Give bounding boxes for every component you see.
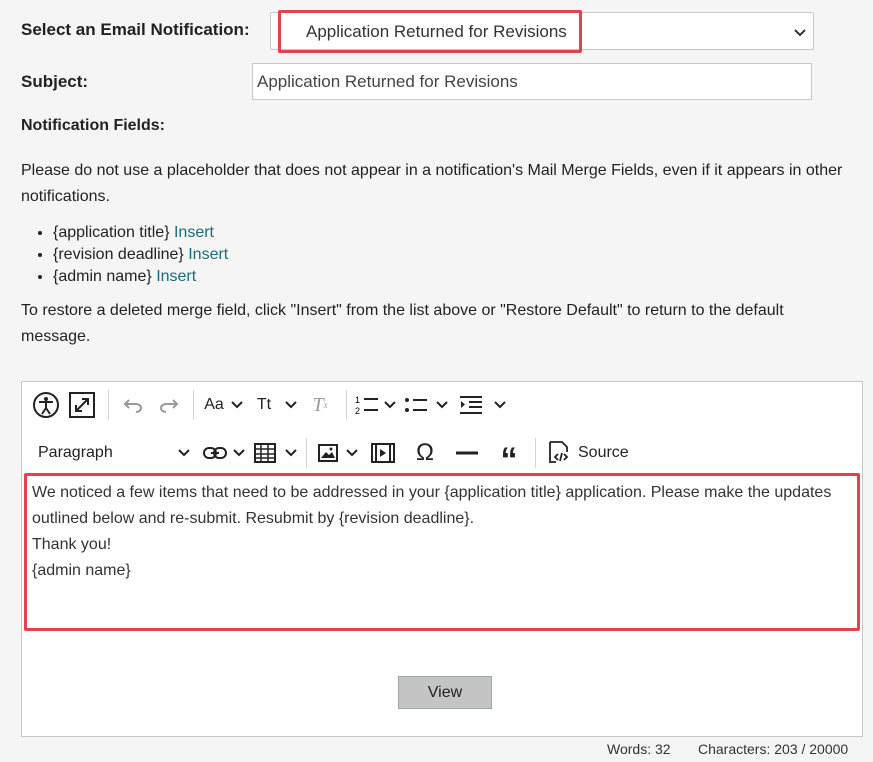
list-item: {admin name} Insert — [53, 266, 228, 288]
undo-icon[interactable] — [115, 388, 151, 422]
toolbar-divider — [108, 390, 109, 420]
chevron-down-icon — [178, 449, 190, 457]
numbered-list-icon[interactable]: 12 — [353, 388, 381, 422]
merge-field-list: {application title} Insert {revision dea… — [21, 222, 228, 288]
insert-link[interactable]: Insert — [156, 268, 196, 285]
table-icon[interactable] — [248, 436, 282, 470]
horizontal-line-icon[interactable] — [445, 436, 489, 470]
highlight-box-editor — [24, 473, 860, 631]
merge-field-name: {revision deadline} — [53, 246, 184, 263]
media-icon[interactable] — [361, 436, 405, 470]
image-icon[interactable] — [313, 436, 343, 470]
toolbar-divider — [306, 438, 307, 468]
word-count: Words: 32 — [607, 741, 671, 757]
chevron-down-icon[interactable] — [228, 401, 246, 409]
svg-text:2: 2 — [355, 406, 360, 416]
svg-text:1: 1 — [355, 395, 360, 405]
insert-link[interactable]: Insert — [174, 224, 214, 241]
toolbar-row-1: Aa Tt Tx 12 — [30, 388, 509, 422]
notification-label: Select an Email Notification: — [21, 20, 250, 39]
chevron-down-icon[interactable] — [282, 449, 300, 457]
subject-input[interactable] — [252, 63, 812, 100]
subject-label: Subject: — [21, 72, 89, 91]
list-item: {revision deadline} Insert — [53, 244, 228, 266]
fullscreen-icon[interactable] — [62, 388, 102, 422]
chevron-down-icon[interactable] — [433, 401, 451, 409]
warning-text: Please do not use a placeholder that doe… — [21, 162, 843, 205]
toolbar-divider — [193, 390, 194, 420]
chevron-down-icon — [793, 25, 807, 43]
merge-field-name: {application title} — [53, 224, 170, 241]
blockquote-icon[interactable]: “ — [489, 436, 529, 479]
font-size-icon[interactable]: Aa — [200, 388, 228, 422]
link-icon[interactable] — [200, 436, 230, 470]
toolbar-divider — [535, 438, 536, 468]
indent-icon[interactable] — [451, 388, 491, 422]
source-label: Source — [578, 444, 629, 461]
toolbar-divider — [346, 390, 347, 420]
fields-heading: Notification Fields: — [21, 117, 165, 134]
chevron-down-icon[interactable] — [381, 401, 399, 409]
source-button[interactable]: Source — [542, 436, 633, 470]
character-count: Characters: 203 / 20000 — [698, 741, 849, 757]
insert-link[interactable]: Insert — [188, 246, 228, 263]
chevron-down-icon[interactable] — [343, 449, 361, 457]
chevron-down-icon[interactable] — [282, 401, 300, 409]
list-item: {application title} Insert — [53, 222, 228, 244]
highlight-box-select — [278, 10, 582, 53]
view-button[interactable]: View — [398, 676, 492, 709]
restore-note: To restore a deleted merge field, click … — [21, 302, 784, 345]
chevron-down-icon[interactable] — [230, 449, 248, 457]
paragraph-label: Paragraph — [38, 444, 113, 461]
bulleted-list-icon[interactable] — [399, 388, 433, 422]
toolbar-row-2: Paragraph Ω “ Source — [22, 436, 633, 479]
paragraph-dropdown[interactable]: Paragraph — [22, 436, 200, 470]
redo-icon[interactable] — [151, 388, 187, 422]
special-characters-icon[interactable]: Ω — [405, 436, 445, 470]
chevron-down-icon[interactable] — [491, 401, 509, 409]
accessibility-icon[interactable] — [30, 388, 62, 422]
merge-field-name: {admin name} — [53, 268, 152, 285]
remove-format-icon[interactable]: Tx — [300, 388, 340, 422]
text-case-icon[interactable]: Tt — [246, 388, 282, 422]
source-icon — [549, 441, 569, 463]
